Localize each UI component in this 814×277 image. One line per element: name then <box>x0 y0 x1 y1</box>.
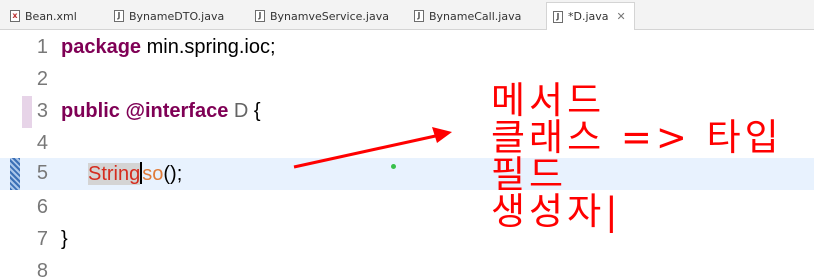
note-line: 메서드 <box>491 79 606 122</box>
cursor-dot <box>391 164 396 169</box>
eclipse-editor-window: x Bean.xml J BynameDTO.java J BynamveSer… <box>0 0 814 277</box>
note-line: 클래스 => 타입 <box>491 116 783 159</box>
arrow-head <box>432 127 452 143</box>
note-line: 필드 <box>491 153 568 196</box>
note-line: 생성자| <box>491 190 622 233</box>
annotation-note: 메서드 클래스 => 타입 필드 생성자| <box>491 82 783 230</box>
arrow-shaft <box>293 133 441 169</box>
